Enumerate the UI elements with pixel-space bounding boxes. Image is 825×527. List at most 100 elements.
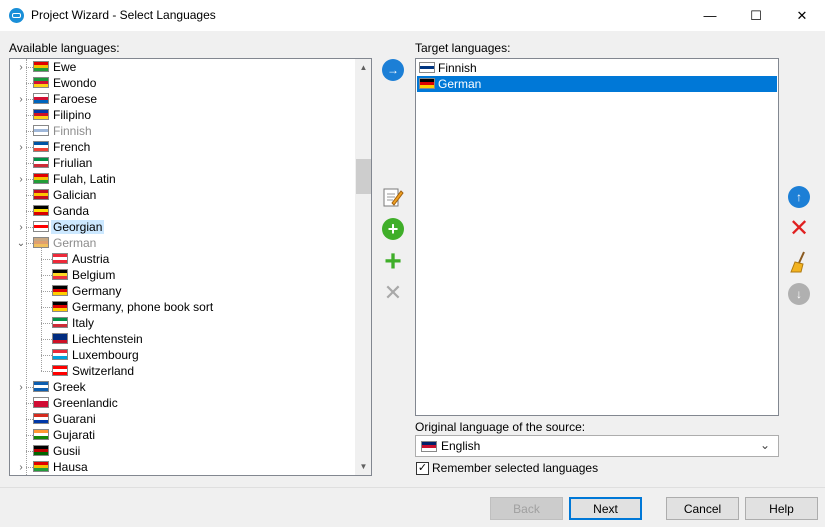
flag-icon [33,237,49,248]
move-up-icon[interactable]: ↑ [788,186,810,208]
tree-item-label: Ewe [53,60,77,74]
tree-item[interactable]: Belgium [10,267,350,283]
tree-item[interactable]: Guarani [10,411,350,427]
flag-icon [52,269,68,280]
target-item[interactable]: German [417,76,777,92]
tree-item-label: Finnish [53,124,92,138]
flag-icon [33,109,49,120]
tree-item[interactable]: › Faroese [10,91,350,107]
chevron-down-icon[interactable]: ⌄ [16,235,26,251]
tree-guide-line [41,248,42,371]
chevron-right-icon[interactable]: › [16,139,26,155]
scroll-thumb[interactable] [356,159,371,194]
tree-connector [41,355,52,356]
tree-item-label: Friulian [53,156,93,170]
flag-icon [33,413,49,424]
tree-connector [26,67,33,68]
minimize-button[interactable]: — [687,0,733,31]
chevron-right-icon[interactable]: › [16,459,26,475]
tree-connector [26,435,33,436]
chevron-right-icon[interactable]: › [16,219,26,235]
tree-item-label: Hausa [53,460,88,474]
tree-item-label: Belgium [72,268,116,282]
chevron-right-icon[interactable]: › [16,91,26,107]
tree-item[interactable]: Gusii [10,443,350,459]
tree-item[interactable]: Austria [10,251,350,267]
flag-icon [52,253,68,264]
flag-icon [33,157,49,168]
tree-item[interactable]: › Greek [10,379,350,395]
tree-item-label: Germany, phone book sort [72,300,214,314]
tree-item-label: Ewondo [53,76,97,90]
chevron-down-icon: ⌄ [760,438,771,452]
tree-connector [26,387,33,388]
window-title: Project Wizard - Select Languages [31,8,216,22]
close-button[interactable]: ✕ [779,0,825,31]
tree-item[interactable]: Greenlandic [10,395,350,411]
tree-item-label: Ganda [53,204,90,218]
tree-item[interactable]: ⌄ German [10,235,350,251]
source-language-value: English [441,439,481,453]
remember-checkbox[interactable]: ✓ [416,462,429,475]
tree-item[interactable]: Switzerland [10,363,350,379]
tree-item[interactable]: Friulian [10,155,350,171]
tree-item[interactable]: Galician [10,187,350,203]
remember-label: Remember selected languages [432,461,599,475]
tree-scrollbar[interactable]: ▲ ▼ [355,59,371,475]
target-languages-list[interactable]: Finnish German [415,58,779,416]
maximize-button[interactable]: ☐ [733,0,779,31]
flag-icon [33,429,49,440]
back-button[interactable]: Back [490,497,563,520]
chevron-right-icon[interactable]: › [16,59,26,75]
tree-item[interactable]: › Hausa [10,459,350,475]
add-circle-icon[interactable]: + [382,218,404,240]
delete-icon[interactable]: ✕ [787,217,811,241]
add-plus-icon[interactable]: + [381,247,405,277]
tree-item-label: Liechtenstein [72,332,143,346]
tree-item[interactable]: Filipino [10,107,350,123]
chevron-right-icon[interactable]: › [16,171,26,187]
edit-icon[interactable] [381,185,405,209]
flag-icon [52,317,68,328]
tree-connector [26,131,33,132]
tree-item[interactable]: Italy [10,315,350,331]
tree-item[interactable]: › Georgian [10,219,350,235]
chevron-right-icon[interactable]: › [16,379,26,395]
tree-item[interactable]: › Ewe [10,59,350,75]
next-button[interactable]: Next [569,497,642,520]
source-language-select[interactable]: English ⌄ [415,435,779,457]
flag-icon [33,221,49,232]
scroll-up-arrow[interactable]: ▲ [355,59,371,76]
tree-item-label: Switzerland [72,364,135,378]
flag-icon [33,461,49,472]
tree-item[interactable]: › French [10,139,350,155]
move-down-icon: ↓ [788,283,810,305]
tree-item[interactable]: Germany [10,283,350,299]
tree-connector [41,291,52,292]
add-to-target-arrow-icon[interactable]: → [382,59,404,81]
tree-item[interactable]: Liechtenstein [10,331,350,347]
clear-broom-icon[interactable] [787,250,811,274]
tree-item-label: French [53,140,91,154]
flag-icon [52,365,68,376]
tree-item[interactable]: Germany, phone book sort [10,299,350,315]
source-language-label: Original language of the source: [415,420,586,434]
tree-item[interactable]: Ganda [10,203,350,219]
cancel-button[interactable]: Cancel [666,497,739,520]
flag-icon [419,62,435,73]
help-button[interactable]: Help [745,497,818,520]
tree-item[interactable]: › Fulah, Latin [10,171,350,187]
tree-item[interactable]: Ewondo [10,75,350,91]
tree-item-label: Gujarati [53,428,96,442]
tree-connector [26,147,33,148]
tree-item-label: Greek [53,380,86,394]
tree-connector [26,467,33,468]
target-item[interactable]: Finnish [417,60,777,76]
tree-item[interactable]: Luxembourg [10,347,350,363]
tree-connector [26,83,33,84]
available-languages-label: Available languages: [9,41,120,55]
scroll-down-arrow[interactable]: ▼ [355,458,371,475]
available-languages-tree[interactable]: › Ewe Ewondo › Faroese Filipino Finnish › French… [9,58,372,476]
tree-item[interactable]: Gujarati [10,427,350,443]
tree-item[interactable]: Finnish [10,123,350,139]
